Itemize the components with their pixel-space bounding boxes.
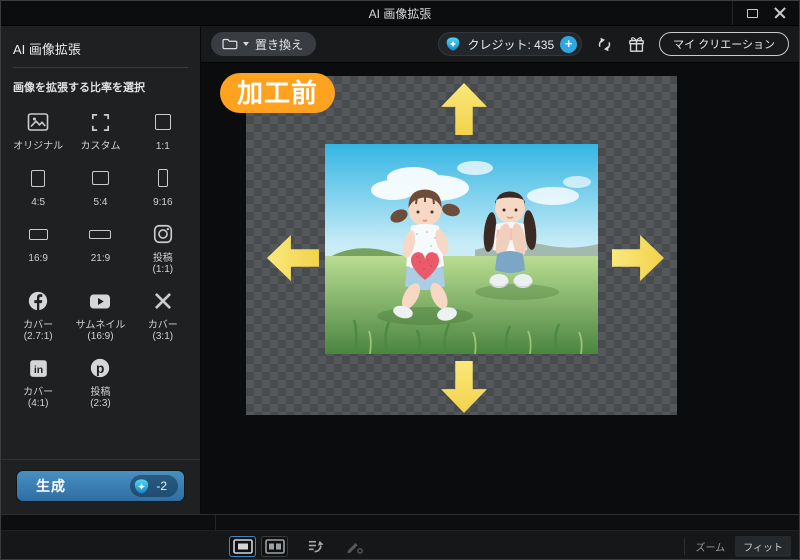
custom-icon — [69, 107, 131, 137]
ratio-option-label: 9:16 — [153, 197, 173, 208]
main-area: 置き換え クレジット: 435 + マイ クリエーション 加工前 — [201, 26, 799, 514]
facebook-icon — [7, 286, 69, 316]
credit-shield-icon — [445, 36, 461, 52]
ratio-option-original[interactable]: オリジナル — [7, 107, 69, 152]
gift-icon[interactable] — [627, 35, 646, 54]
compare-view-button[interactable] — [261, 535, 288, 557]
statusbar-toolbar: ズーム フィット — [1, 530, 799, 559]
credits-text: クレジット: 435 — [467, 36, 554, 53]
folder-icon — [221, 35, 239, 53]
before-badge: 加工前 — [220, 73, 336, 113]
ratio-option-linkedin[interactable]: in カバー (4:1) — [7, 353, 69, 409]
close-icon[interactable] — [774, 7, 786, 19]
instagram-icon — [132, 219, 194, 249]
window-controls — [732, 1, 799, 25]
ratio-9-16-icon — [132, 163, 194, 193]
ratio-5-4-icon — [69, 163, 131, 193]
source-photo — [325, 144, 598, 354]
pen-icon[interactable] — [345, 538, 363, 555]
ratio-option-youtube[interactable]: サムネイル (16:9) — [69, 286, 131, 342]
svg-text:in: in — [33, 363, 42, 375]
app-window: AI 画像拡張 AI 画像拡張 画像を拡張する比率を選択 オリジナル カスタム 1:… — [0, 0, 800, 560]
ratio-option-ratio-21-9[interactable]: 21:9 — [69, 219, 131, 275]
ratio-option-label: オリジナル — [13, 141, 64, 152]
ratio-4-5-icon — [7, 163, 69, 193]
single-view-icon — [232, 538, 253, 554]
ratio-option-label: カバー — [147, 320, 178, 331]
sidebar-title: AI 画像拡張 — [13, 42, 81, 57]
credit-cost-value: -2 — [156, 479, 167, 493]
ratio-option-label: 投稿 — [90, 387, 111, 398]
zoom-divider — [684, 537, 686, 555]
ratio-option-ratio-9-16[interactable]: 9:16 — [132, 163, 194, 208]
ratio-option-sub: (2.7:1) — [23, 331, 53, 342]
credit-cost-badge: -2 — [130, 475, 178, 497]
generate-button[interactable]: 生成 -2 — [17, 471, 184, 501]
ratio-option-label: カスタム — [80, 141, 121, 152]
ratio-option-ratio-1-1[interactable]: 1:1 — [132, 107, 194, 152]
credits-pill[interactable]: クレジット: 435 + — [438, 32, 583, 56]
ratio-option-sub: (3:1) — [152, 331, 174, 342]
ratio-option-sub: (16:9) — [87, 331, 114, 342]
export-list-icon[interactable] — [307, 538, 326, 554]
ratio-option-sub: (1:1) — [152, 264, 174, 275]
ratio-option-label: 4:5 — [31, 197, 46, 208]
svg-text:p: p — [96, 361, 104, 376]
fit-button[interactable]: フィット — [735, 535, 791, 557]
main-toolbar: 置き換え クレジット: 435 + マイ クリエーション — [201, 26, 799, 63]
pinterest-icon: p — [69, 353, 131, 383]
refresh-icon[interactable] — [595, 35, 614, 54]
toolbar-right: クレジット: 435 + マイ クリエーション — [438, 32, 789, 56]
ratio-section-label: 画像を拡張する比率を選択 — [13, 82, 145, 94]
ratio-option-sub: (4:1) — [27, 398, 49, 409]
single-view-button[interactable] — [229, 535, 256, 557]
x-icon — [132, 286, 194, 316]
add-credits-button[interactable]: + — [560, 35, 578, 53]
replace-image-button[interactable]: 置き換え — [211, 32, 317, 56]
ratio-option-label: 5:4 — [93, 197, 108, 208]
ratio-grid: オリジナル カスタム 1:1 4:5 5:4 9:16 16:9 21:9 投稿 (1:1) カバー… — [1, 97, 200, 409]
ratio-option-x[interactable]: カバー (3:1) — [132, 286, 194, 342]
compare-view-icon — [264, 538, 285, 554]
ratio-option-label: カバー — [23, 387, 54, 398]
replace-button-label: 置き換え — [255, 37, 304, 52]
credits-value: 435 — [534, 37, 555, 52]
zoom-label: ズーム — [695, 542, 726, 554]
window-title: AI 画像拡張 — [368, 6, 432, 21]
ratio-option-label: カバー — [23, 320, 54, 331]
ratio-option-instagram[interactable]: 投稿 (1:1) — [132, 219, 194, 275]
ratio-option-sub: (2:3) — [90, 398, 111, 409]
ratio-16-9-icon — [7, 219, 69, 249]
original-icon — [7, 107, 69, 137]
canvas: 加工前 — [201, 63, 799, 514]
ratio-option-label: 21:9 — [90, 253, 111, 264]
generate-section: 生成 -2 — [1, 459, 200, 514]
linkedin-icon: in — [7, 353, 69, 383]
credit-shield-icon — [133, 478, 150, 495]
credits-label: クレジット: — [467, 37, 531, 52]
maximize-icon[interactable] — [747, 8, 758, 18]
generate-button-label: 生成 — [36, 478, 66, 494]
ratio-21-9-icon — [69, 219, 131, 249]
ratio-option-ratio-4-5[interactable]: 4:5 — [7, 163, 69, 208]
ratio-option-label: 16:9 — [28, 253, 48, 264]
my-creations-button[interactable]: マイ クリエーション — [659, 32, 789, 56]
zoom-controls: ズーム フィット — [684, 535, 791, 557]
ratio-option-pinterest[interactable]: p 投稿 (2:3) — [69, 353, 131, 409]
ratio-option-label: 投稿 — [152, 253, 173, 264]
status-bar: ズーム フィット — [1, 514, 799, 559]
ratio-option-custom[interactable]: カスタム — [69, 107, 131, 152]
sidebar: AI 画像拡張 画像を拡張する比率を選択 オリジナル カスタム 1:1 4:5 5:4 9… — [1, 26, 201, 514]
chevron-down-icon — [243, 42, 249, 46]
ratio-option-label: 1:1 — [155, 141, 170, 152]
youtube-icon — [69, 286, 131, 316]
ratio-option-label: サムネイル — [75, 320, 126, 331]
titlebar: AI 画像拡張 — [1, 1, 799, 26]
ratio-option-ratio-5-4[interactable]: 5:4 — [69, 163, 131, 208]
ratio-option-facebook[interactable]: カバー (2.7:1) — [7, 286, 69, 342]
ratio-option-ratio-16-9[interactable]: 16:9 — [7, 219, 69, 275]
ratio-1-1-icon — [132, 107, 194, 137]
